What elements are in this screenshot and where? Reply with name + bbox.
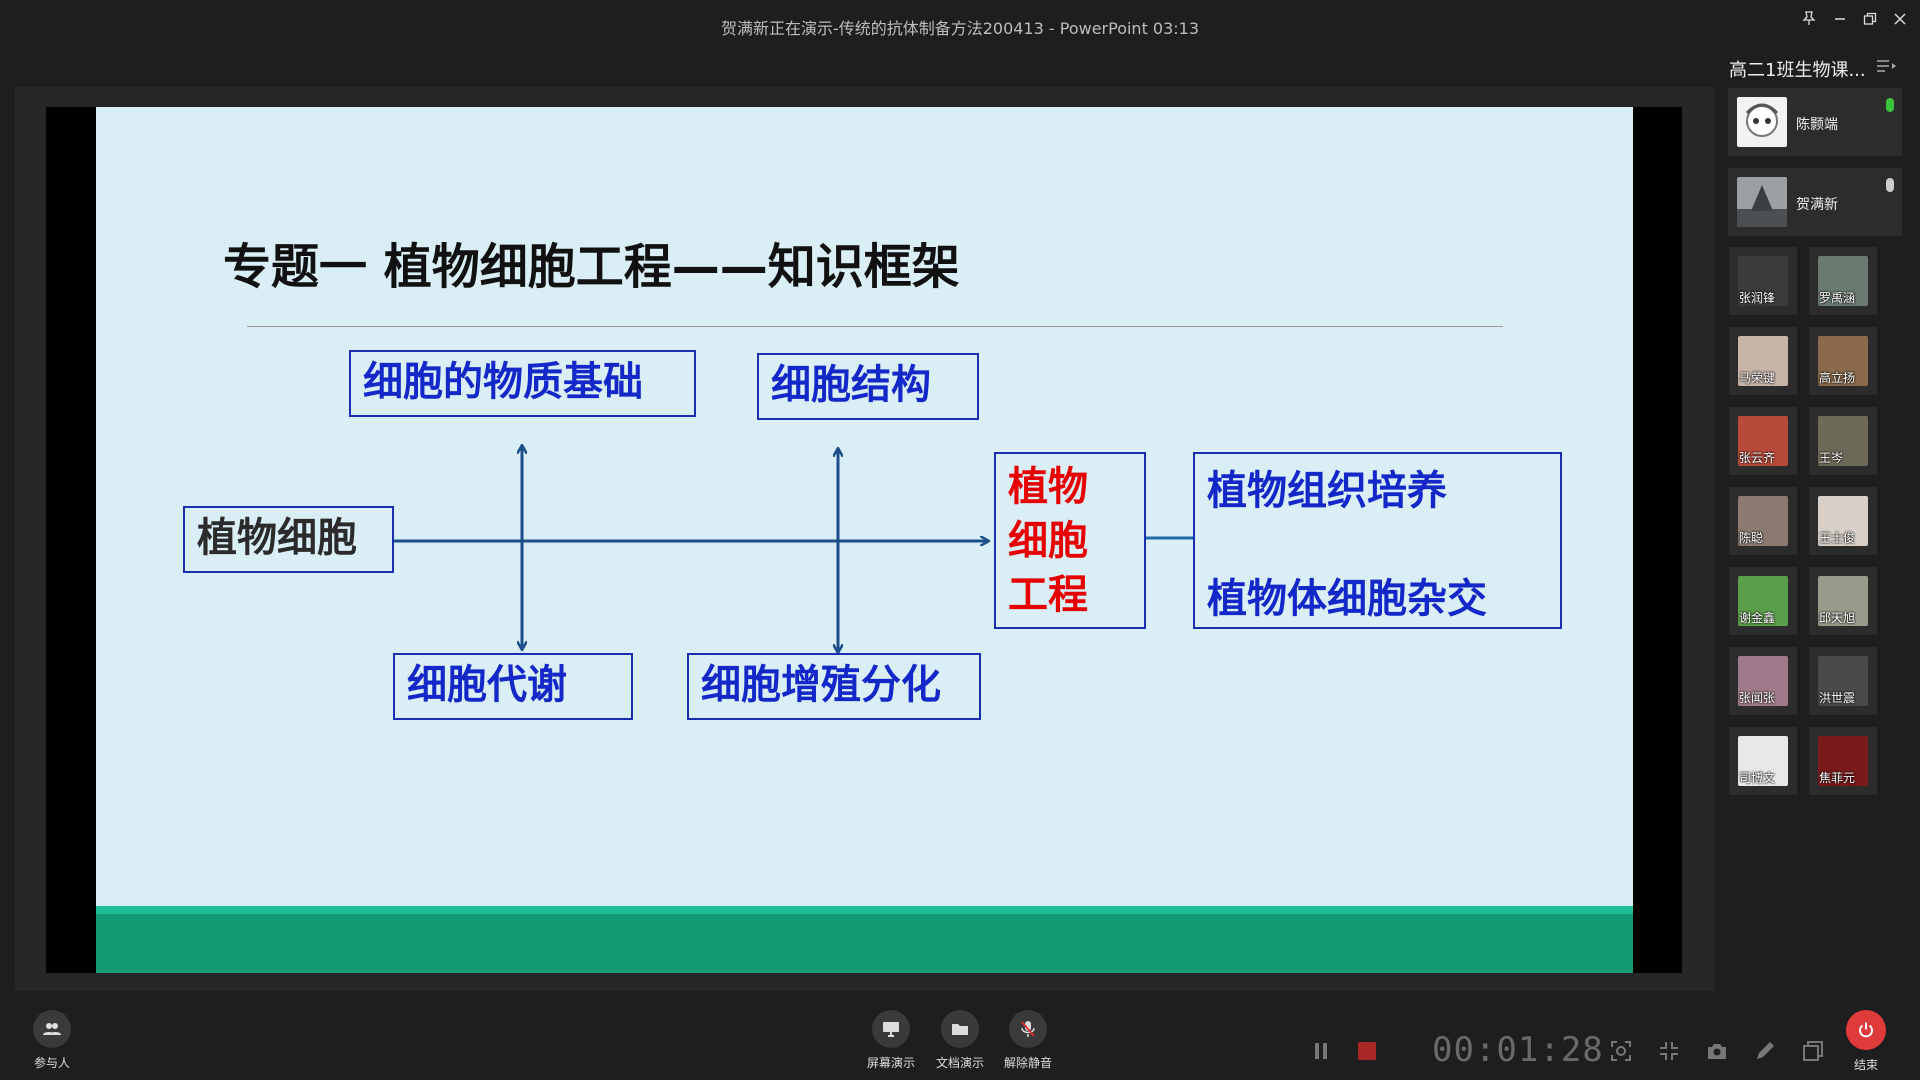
avatar xyxy=(1737,177,1787,227)
folder-icon xyxy=(941,1010,979,1048)
pause-icon[interactable] xyxy=(1310,1040,1332,1062)
engineering-line-2: 细胞 xyxy=(1008,518,1088,564)
window-mode-icon[interactable] xyxy=(1802,1040,1824,1062)
speaker-name: 贺满新 xyxy=(1796,197,1838,213)
stop-record-icon[interactable] xyxy=(1356,1040,1378,1062)
participant-tile[interactable]: 高立扬 xyxy=(1809,327,1877,395)
participant-name: 张闻张 xyxy=(1739,691,1776,705)
pen-icon[interactable] xyxy=(1754,1040,1776,1062)
slide: 专题一 植物细胞工程——知识框架 细胞的物质基础 细胞结构 植物细胞 细胞代谢 … xyxy=(96,107,1633,973)
participant-name: 司博文 xyxy=(1739,771,1776,785)
participants-button[interactable]: 参与人 xyxy=(26,1010,78,1071)
participant-name: 王岑 xyxy=(1819,451,1844,465)
box-cell-structure: 细胞结构 xyxy=(757,353,979,420)
doc-share-button[interactable]: 文档演示 xyxy=(932,1010,988,1071)
title-bar: 贺满新正在演示-传统的抗体制备方法200413 - PowerPoint 03:… xyxy=(0,0,1920,50)
participant-name: 张润锋 xyxy=(1739,291,1776,305)
microphone-muted-icon xyxy=(1009,1010,1047,1048)
participant-tile[interactable]: 张润锋 xyxy=(1729,247,1797,315)
participant-tile[interactable]: 焦菲元 xyxy=(1809,727,1877,795)
participant-sidebar: 高二1班生物课... 陈颢端 贺满新 张润锋 罗禹涵 马荣键 高立扬 张云齐 王… xyxy=(1716,50,1920,1000)
avatar xyxy=(1737,97,1787,147)
pin-icon[interactable] xyxy=(1796,8,1822,34)
hybridization-text: 植物体细胞杂交 xyxy=(1207,576,1487,622)
engineering-line-3: 工程 xyxy=(1008,572,1088,618)
box-plant-cell-engineering: 植物 细胞 工程 xyxy=(994,452,1146,629)
participant-tile[interactable]: 张云齐 xyxy=(1729,407,1797,475)
box-plant-cell: 植物细胞 xyxy=(183,506,394,573)
participant-name: 邱天旭 xyxy=(1819,611,1856,625)
screen-share-button[interactable]: 屏幕演示 xyxy=(863,1010,919,1071)
mic-icon xyxy=(1886,178,1894,192)
participant-tile[interactable]: 马荣键 xyxy=(1729,327,1797,395)
speaker-name: 陈颢端 xyxy=(1796,117,1838,133)
participant-name: 陈聪 xyxy=(1739,531,1764,545)
participant-name: 王士俊 xyxy=(1819,531,1856,545)
doc-share-label: 文档演示 xyxy=(935,1056,984,1070)
slide-footer-stripe xyxy=(96,906,1633,914)
participant-tile[interactable]: 张闻张 xyxy=(1729,647,1797,715)
bottom-toolbar: 参与人 屏幕演示 文档演示 解除静音 结束 xyxy=(0,1000,1920,1080)
unmute-label: 解除静音 xyxy=(1003,1056,1052,1070)
recording-timer: 00:01:28 xyxy=(1432,1030,1604,1070)
participant-tile[interactable]: 陈聪 xyxy=(1729,487,1797,555)
minimize-icon[interactable] xyxy=(1827,8,1853,34)
participant-tile[interactable]: 谢金鑫 xyxy=(1729,567,1797,635)
screen-share-label: 屏幕演示 xyxy=(866,1056,915,1070)
people-icon xyxy=(33,1010,71,1048)
camera-icon[interactable] xyxy=(1706,1040,1728,1062)
engineering-line-1: 植物 xyxy=(1008,464,1088,510)
participant-name: 洪世震 xyxy=(1819,691,1856,705)
end-label: 结束 xyxy=(1853,1058,1878,1072)
box-proliferation: 细胞增殖分化 xyxy=(687,653,981,720)
participant-tile[interactable]: 王士俊 xyxy=(1809,487,1877,555)
slide-footer-band xyxy=(96,914,1633,973)
participant-name: 张云齐 xyxy=(1739,451,1776,465)
participant-name: 罗禹涵 xyxy=(1819,291,1856,305)
list-toggle-icon[interactable] xyxy=(1876,58,1898,77)
mic-icon xyxy=(1886,98,1894,112)
window-title: 贺满新正在演示-传统的抗体制备方法200413 - PowerPoint 03:… xyxy=(720,19,1200,38)
participant-tile[interactable]: 罗禹涵 xyxy=(1809,247,1877,315)
participants-label: 参与人 xyxy=(33,1056,70,1070)
participant-name: 焦菲元 xyxy=(1819,771,1856,785)
focus-icon[interactable] xyxy=(1610,1040,1632,1062)
participant-tile[interactable]: 邱天旭 xyxy=(1809,567,1877,635)
box-techniques: 植物组织培养 植物体细胞杂交 xyxy=(1193,452,1562,629)
speaker-row[interactable]: 陈颢端 xyxy=(1728,88,1902,156)
close-icon[interactable] xyxy=(1887,8,1913,34)
room-title: 高二1班生物课... xyxy=(1729,60,1866,81)
restore-icon[interactable] xyxy=(1857,8,1883,34)
participant-tile[interactable]: 司博文 xyxy=(1729,727,1797,795)
exit-fullscreen-icon[interactable] xyxy=(1658,1040,1680,1062)
unmute-button[interactable]: 解除静音 xyxy=(1000,1010,1056,1071)
participant-name: 马荣键 xyxy=(1739,371,1776,385)
participant-name: 高立扬 xyxy=(1819,371,1856,385)
box-material-basis: 细胞的物质基础 xyxy=(349,350,696,417)
speaker-row[interactable]: 贺满新 xyxy=(1728,168,1902,236)
box-metabolism: 细胞代谢 xyxy=(393,653,633,720)
tissue-culture-text: 植物组织培养 xyxy=(1207,468,1447,514)
participant-tile[interactable]: 王岑 xyxy=(1809,407,1877,475)
power-icon xyxy=(1846,1010,1886,1050)
participant-tile[interactable]: 洪世震 xyxy=(1809,647,1877,715)
end-button[interactable]: 结束 xyxy=(1846,1010,1886,1073)
participant-name: 谢金鑫 xyxy=(1739,611,1776,625)
monitor-icon xyxy=(872,1010,910,1048)
